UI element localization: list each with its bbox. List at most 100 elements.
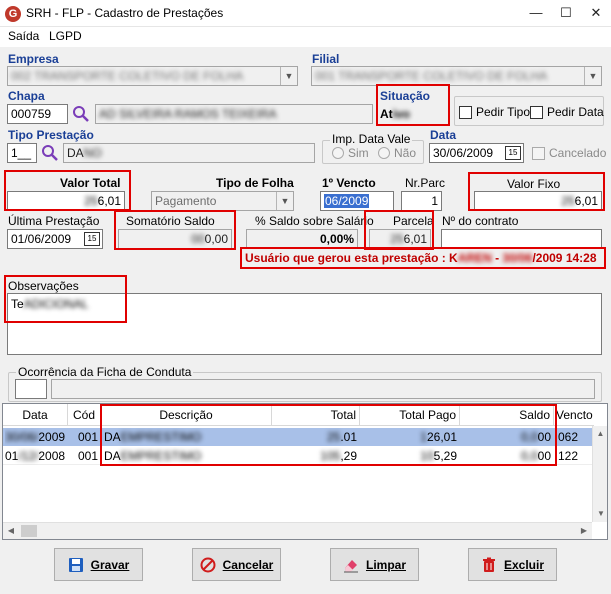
scroll-up-icon[interactable]: ▲ bbox=[593, 426, 607, 442]
scroll-left-icon[interactable]: ◀ bbox=[3, 523, 19, 539]
chevron-down-icon[interactable]: ▼ bbox=[280, 67, 297, 85]
data-label: Data bbox=[430, 128, 457, 142]
employee-name-field: AD SILVEIRA RAMOS TEIXEIRA bbox=[95, 104, 373, 124]
parcela-value: 256,01 bbox=[369, 229, 431, 249]
nr-contrato-input[interactable] bbox=[441, 229, 602, 249]
cell-saldo: 0,000 bbox=[520, 449, 551, 463]
col-header-saldo[interactable]: Saldo bbox=[460, 404, 554, 426]
menu-saida[interactable]: Saída bbox=[8, 29, 39, 43]
situacao-value: Ativo bbox=[380, 107, 411, 121]
menu-lgpd[interactable]: LGPD bbox=[49, 29, 82, 43]
cell-total-pago: 105,29 bbox=[420, 449, 457, 463]
window-title: SRH - FLP - Cadastro de Prestações bbox=[26, 6, 224, 20]
calendar-icon[interactable]: 15 bbox=[505, 146, 521, 160]
tipo-folha-label: Tipo de Folha bbox=[216, 176, 294, 190]
save-icon bbox=[68, 557, 84, 573]
col-header-vencto[interactable]: Vencto bbox=[554, 404, 594, 426]
col-header-total-pago[interactable]: Total Pago bbox=[360, 404, 460, 426]
ocorrencia-label: Ocorrência da Ficha de Conduta bbox=[16, 365, 194, 379]
chapa-label: Chapa bbox=[8, 89, 45, 103]
cell-total-pago: 126,01 bbox=[420, 430, 457, 444]
cancelado-checkbox[interactable] bbox=[532, 147, 545, 160]
search-icon[interactable] bbox=[41, 144, 59, 162]
valor-fixo-input[interactable]: 256,01 bbox=[474, 191, 602, 211]
observacoes-textarea[interactable]: TeADICIONAL bbox=[7, 293, 602, 355]
somatorio-label: Somatório Saldo bbox=[126, 214, 215, 228]
filial-label: Filial bbox=[312, 52, 340, 66]
trash-icon bbox=[481, 557, 497, 573]
col-header-total[interactable]: Total bbox=[272, 404, 360, 426]
search-icon[interactable] bbox=[72, 105, 90, 123]
saldo-salario-label: % Saldo sobre Salário bbox=[255, 214, 374, 228]
cell-vencto: 062 bbox=[558, 430, 579, 444]
observacoes-label: Observações bbox=[8, 279, 79, 293]
cell-vencto: 122 bbox=[558, 449, 579, 463]
col-header-cod[interactable]: Cód bbox=[68, 404, 101, 426]
chevron-down-icon[interactable]: ▼ bbox=[584, 67, 601, 85]
prestacoes-grid[interactable]: Data Cód Descrição Total Total Pago Sald… bbox=[2, 403, 608, 540]
empresa-select[interactable]: 002 TRANSPORTE COLETIVO DE FOLHA ▼ bbox=[7, 66, 298, 86]
col-header-data[interactable]: Data bbox=[3, 404, 68, 426]
col-header-descricao[interactable]: Descrição bbox=[101, 404, 272, 426]
eraser-icon bbox=[343, 557, 359, 573]
situacao-label: Situação bbox=[380, 89, 431, 103]
nr-parc-input[interactable]: 1 bbox=[401, 191, 442, 211]
nr-contrato-label: Nº do contrato bbox=[442, 214, 519, 228]
chevron-down-icon[interactable]: ▼ bbox=[276, 192, 293, 210]
sim-label: Sim bbox=[348, 146, 369, 160]
scroll-down-icon[interactable]: ▼ bbox=[593, 506, 607, 522]
ocorrencia-code-input[interactable] bbox=[15, 379, 47, 399]
tipo-prestacao-label: Tipo Prestação bbox=[8, 128, 94, 142]
cell-descricao: DAEMPRESTIMO bbox=[104, 449, 202, 463]
scroll-thumb[interactable] bbox=[21, 525, 37, 537]
cell-data: 30/06/2009 bbox=[5, 430, 66, 444]
close-icon[interactable]: ✕ bbox=[581, 0, 611, 26]
pedir-data-label: Pedir Data bbox=[547, 105, 604, 119]
nao-radio[interactable] bbox=[378, 147, 390, 159]
cell-cod: 001 bbox=[78, 430, 99, 444]
gravar-button[interactable]: Gravar bbox=[54, 548, 143, 581]
cancelar-button[interactable]: Cancelar bbox=[192, 548, 281, 581]
cell-saldo: 0,000 bbox=[520, 430, 551, 444]
minimize-icon[interactable]: — bbox=[521, 0, 551, 26]
valor-total-label: Valor Total bbox=[60, 176, 121, 190]
limpar-button[interactable]: Limpar bbox=[330, 548, 419, 581]
cell-cod: 001 bbox=[78, 449, 99, 463]
pedir-data-checkbox[interactable] bbox=[530, 106, 543, 119]
primeiro-vencto-label: 1º Vencto bbox=[322, 176, 376, 190]
cell-descricao: DAEMPRESTIMO bbox=[104, 430, 202, 444]
somatorio-value: 000,00 bbox=[118, 229, 232, 249]
nao-label: Não bbox=[394, 146, 417, 160]
primeiro-vencto-input[interactable]: 06/2009 bbox=[320, 191, 394, 211]
scroll-right-icon[interactable]: ▶ bbox=[576, 523, 592, 539]
excluir-button[interactable]: Excluir bbox=[468, 548, 557, 581]
ultima-prestacao-label: Última Prestação bbox=[8, 214, 100, 228]
cell-data: 01/12/2008 bbox=[5, 449, 66, 463]
chapa-input[interactable]: 000759 bbox=[7, 104, 68, 124]
tipo-prestacao-code-input[interactable]: 1__ bbox=[7, 143, 37, 163]
cell-total: 105,29 bbox=[320, 449, 357, 463]
valor-total-input[interactable]: 256,01 bbox=[7, 191, 125, 211]
pedir-tipo-checkbox[interactable] bbox=[459, 106, 472, 119]
sim-radio[interactable] bbox=[332, 147, 344, 159]
nr-parc-label: Nr.Parc bbox=[405, 176, 446, 190]
maximize-icon[interactable]: ☐ bbox=[551, 0, 581, 26]
menu-bar bbox=[0, 27, 611, 47]
imp-data-vale-label: Imp. Data Vale bbox=[330, 132, 413, 146]
vertical-scrollbar[interactable]: ▲ ▼ bbox=[592, 426, 607, 522]
cancelado-label: Cancelado bbox=[549, 146, 607, 160]
filial-select[interactable]: 001 TRANSPORTE COLETIVO DE FOLHA ▼ bbox=[311, 66, 602, 86]
ocorrencia-desc bbox=[51, 379, 595, 399]
tipo-prestacao-desc: DANO bbox=[63, 143, 315, 163]
usuario-info: Usuário que gerou esta prestação : KAREN… bbox=[245, 251, 597, 265]
calendar-icon[interactable]: 15 bbox=[84, 232, 100, 246]
empresa-label: Empresa bbox=[8, 52, 59, 66]
app-logo-icon: G bbox=[5, 6, 21, 22]
pedir-tipo-label: Pedir Tipo bbox=[476, 105, 531, 119]
saldo-salario-value: 0,00% bbox=[246, 229, 358, 249]
parcela-label: Parcela bbox=[393, 214, 434, 228]
horizontal-scrollbar[interactable]: ◀ ▶ bbox=[3, 522, 592, 539]
cancel-icon bbox=[200, 557, 216, 573]
tipo-folha-select[interactable]: Pagamento ▼ bbox=[151, 191, 294, 211]
cell-total: 25.01 bbox=[326, 430, 357, 444]
